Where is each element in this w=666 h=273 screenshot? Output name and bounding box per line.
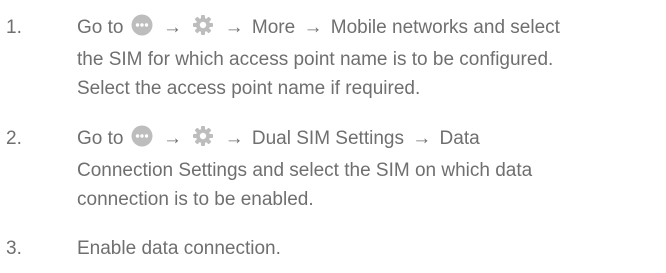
arrow: → (224, 17, 244, 38)
step-line: Connection Settings and select the SIM o… (77, 160, 533, 181)
step-text: Enable data connection. (77, 234, 663, 263)
arrow: → (224, 128, 244, 149)
step-line: the SIM for which access point name is t… (77, 49, 554, 70)
more-text: More (251, 17, 296, 38)
step-text: Go to → (77, 13, 663, 103)
settings-gear-icon (192, 14, 214, 45)
step-number: 2. (6, 128, 22, 149)
arrow: → (412, 128, 432, 149)
go-to-text: Go to (77, 17, 124, 38)
step-line: connection is to be enabled. (77, 189, 314, 210)
step-number: 3. (6, 238, 22, 259)
apps-grid-icon (131, 125, 153, 156)
go-to-text: Go to (77, 128, 124, 149)
step-text: Go to → (77, 124, 663, 214)
step-line: Go to → (77, 13, 663, 45)
arrow: → (163, 17, 183, 38)
arrow: → (303, 17, 323, 38)
data-text: Data (439, 128, 480, 149)
arrow: → (163, 128, 183, 149)
step-line: Select the access point name if required… (77, 78, 421, 99)
settings-gear-icon (192, 125, 214, 156)
step-number: 1. (6, 17, 22, 38)
mobile-networks-text: Mobile networks and select (330, 17, 560, 38)
instruction-steps: 1. Go to → → More → Mobile networks and … (0, 0, 666, 273)
step-line: Enable data connection. (77, 238, 281, 259)
apps-grid-icon (131, 14, 153, 45)
dual-sim-settings-text: Dual SIM Settings (251, 128, 404, 149)
step-line: Go to → (77, 124, 663, 156)
